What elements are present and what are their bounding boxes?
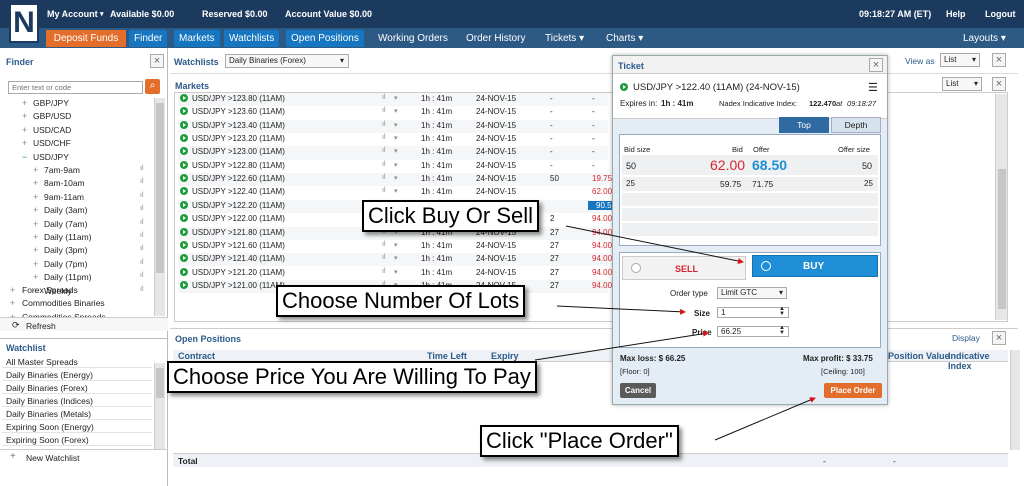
arrow-lots xyxy=(556,305,686,315)
arrow-place xyxy=(714,397,816,441)
arrow-buy-sell xyxy=(565,225,744,264)
callout-price: Choose Price You Are Willing To Pay xyxy=(167,361,537,393)
annotation-arrows xyxy=(534,225,816,441)
callout-place: Click "Place Order" xyxy=(480,425,679,457)
callout-lots: Choose Number Of Lots xyxy=(276,285,526,317)
callout-buy-sell: Click Buy Or Sell xyxy=(362,200,540,232)
arrow-price xyxy=(534,330,709,361)
nadex-logo: N xyxy=(9,3,39,43)
